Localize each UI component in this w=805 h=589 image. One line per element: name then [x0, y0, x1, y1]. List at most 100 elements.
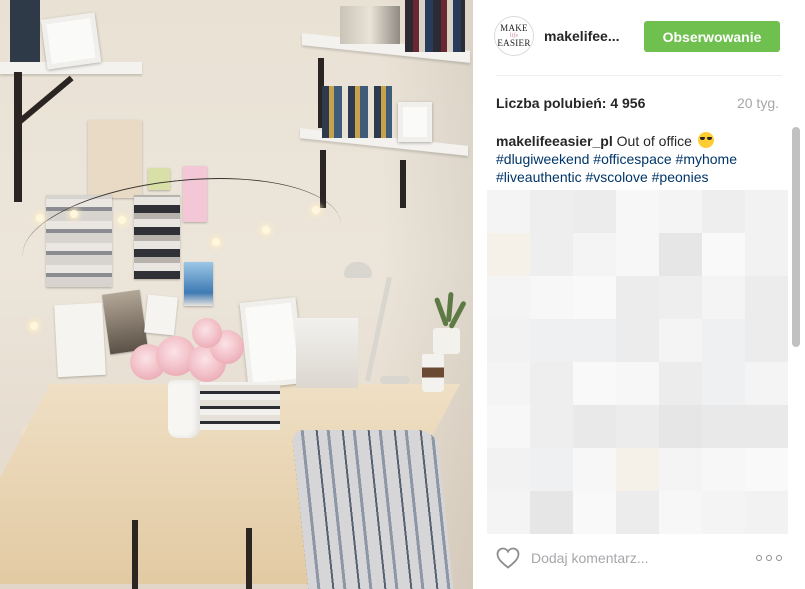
header-divider: [496, 75, 782, 76]
pixelated-comment-cell: [659, 448, 702, 491]
pixelated-comment-cell: [487, 448, 530, 491]
photo-object: [10, 0, 40, 62]
pixelated-comment-cell: [745, 233, 788, 276]
photo-light-bulb: [212, 238, 220, 246]
pixelated-comment-cell: [616, 491, 659, 534]
pixelated-comment-cell: [659, 405, 702, 448]
more-dot: [756, 555, 762, 561]
post-caption: makelifeeasier_pl Out of office #dlugiwe…: [496, 132, 786, 186]
avatar-text-bottom: EASIER: [497, 38, 531, 48]
more-dot: [776, 555, 782, 561]
photo-light-bulb: [70, 210, 78, 218]
pixelated-comment-cell: [702, 491, 745, 534]
pixelated-comment-cell: [702, 448, 745, 491]
photo-object: [340, 6, 400, 44]
pixelated-comment-cell: [659, 190, 702, 233]
pixelated-comment-cell: [573, 405, 616, 448]
caption-hashtags: #dlugiweekend #officespace #myhome #live…: [496, 150, 786, 186]
pixelated-comment-cell: [487, 405, 530, 448]
pixelated-comment-cell: [616, 405, 659, 448]
pixelated-comment-cell: [530, 233, 573, 276]
pixelated-comment-cell: [573, 233, 616, 276]
pixelated-comment-cell: [530, 405, 573, 448]
post-photo[interactable]: [0, 0, 473, 589]
pixelated-comment-cell: [745, 448, 788, 491]
avatar-text-top: MAKE: [500, 23, 528, 33]
pixelated-comment-cell: [745, 276, 788, 319]
pixelated-comment-cell: [702, 190, 745, 233]
caption-username[interactable]: makelifeeasier_pl: [496, 133, 613, 149]
photo-object: [322, 86, 392, 138]
post-header: MAKE life EASIER makelifee... Obserwowan…: [473, 0, 805, 75]
photo-light-bulb: [36, 214, 44, 222]
pixelated-comment-cell: [573, 448, 616, 491]
pixelated-comment-cell: [530, 362, 573, 405]
pixelated-comment-cell: [530, 190, 573, 233]
pixelated-comment-cell: [745, 190, 788, 233]
pixelated-comment-cell: [659, 233, 702, 276]
pixelated-comment-cell: [659, 319, 702, 362]
pixelated-comment-cell: [659, 491, 702, 534]
photo-object: [405, 0, 465, 52]
photo-desk-leg: [246, 528, 252, 589]
pixelated-comment-cell: [616, 362, 659, 405]
pixelated-comment-cell: [573, 276, 616, 319]
photo-coffee-cup: [422, 354, 444, 392]
hashtags-line-2[interactable]: #liveauthentic #vscolove #peonies: [496, 169, 708, 185]
pixelated-comment-cell: [573, 491, 616, 534]
photo-lamp: [344, 262, 372, 278]
pixelated-comment-cell: [702, 276, 745, 319]
pixelated-comment-cell: [702, 362, 745, 405]
likes-count[interactable]: Liczba polubień: 4 956: [496, 95, 645, 111]
photo-lamp-base: [380, 376, 410, 384]
pixelated-comment-cell: [573, 190, 616, 233]
sunglasses-emoji: [697, 132, 714, 148]
photo-bracket: [16, 75, 74, 126]
photo-box: [296, 318, 358, 388]
pixelated-comment-cell: [487, 491, 530, 534]
heart-icon[interactable]: [496, 547, 520, 569]
more-dot: [766, 555, 772, 561]
photo-vase: [168, 380, 200, 438]
pixelated-comment-cell: [616, 233, 659, 276]
pixelated-comment-cell: [616, 319, 659, 362]
more-options-icon[interactable]: [756, 552, 782, 564]
pixelated-comment-cell: [530, 448, 573, 491]
photo-bracket: [14, 72, 22, 202]
photo-light-bulb: [30, 322, 38, 330]
photo-light-bulb: [312, 206, 320, 214]
pixelated-comment-cell: [616, 276, 659, 319]
photo-chair-with-blanket: [291, 430, 454, 589]
pixelated-comment-cell: [530, 276, 573, 319]
add-comment-input[interactable]: [531, 546, 731, 570]
pixelated-comment-cell: [745, 362, 788, 405]
photo-light-bulb: [262, 226, 270, 234]
pixelated-comment-cell: [530, 319, 573, 362]
photo-frame: [40, 12, 102, 70]
pixelated-comment-cell: [659, 276, 702, 319]
photo-bracket: [400, 160, 406, 208]
pixelated-comment-cell: [487, 362, 530, 405]
pixelated-comment-cell: [745, 319, 788, 362]
pixelated-comment-cell: [573, 362, 616, 405]
pixelated-comment-cell: [702, 405, 745, 448]
pixelated-comment-cell: [616, 190, 659, 233]
pixelated-comment-cell: [745, 405, 788, 448]
photo-frame: [398, 102, 432, 142]
following-button[interactable]: Obserwowanie: [644, 21, 780, 52]
caption-text: Out of office: [616, 133, 692, 149]
username-link[interactable]: makelifee...: [544, 28, 620, 44]
photo-letter: [54, 302, 106, 378]
photo-book-stack: [200, 382, 280, 430]
photo-peony: [192, 318, 222, 348]
photo-picture-frame: [239, 297, 305, 389]
pixelated-comment-cell: [530, 491, 573, 534]
avatar[interactable]: MAKE life EASIER: [494, 16, 534, 56]
hashtags-line-1[interactable]: #dlugiweekend #officespace #myhome: [496, 151, 737, 167]
photo-light-string: [16, 163, 348, 317]
post-time-ago[interactable]: 20 tyg.: [737, 95, 779, 111]
pixelated-comment-cell: [659, 362, 702, 405]
comments-scrollbar[interactable]: [792, 127, 800, 347]
photo-desk-leg: [132, 520, 138, 589]
pixelated-comment-cell: [616, 448, 659, 491]
